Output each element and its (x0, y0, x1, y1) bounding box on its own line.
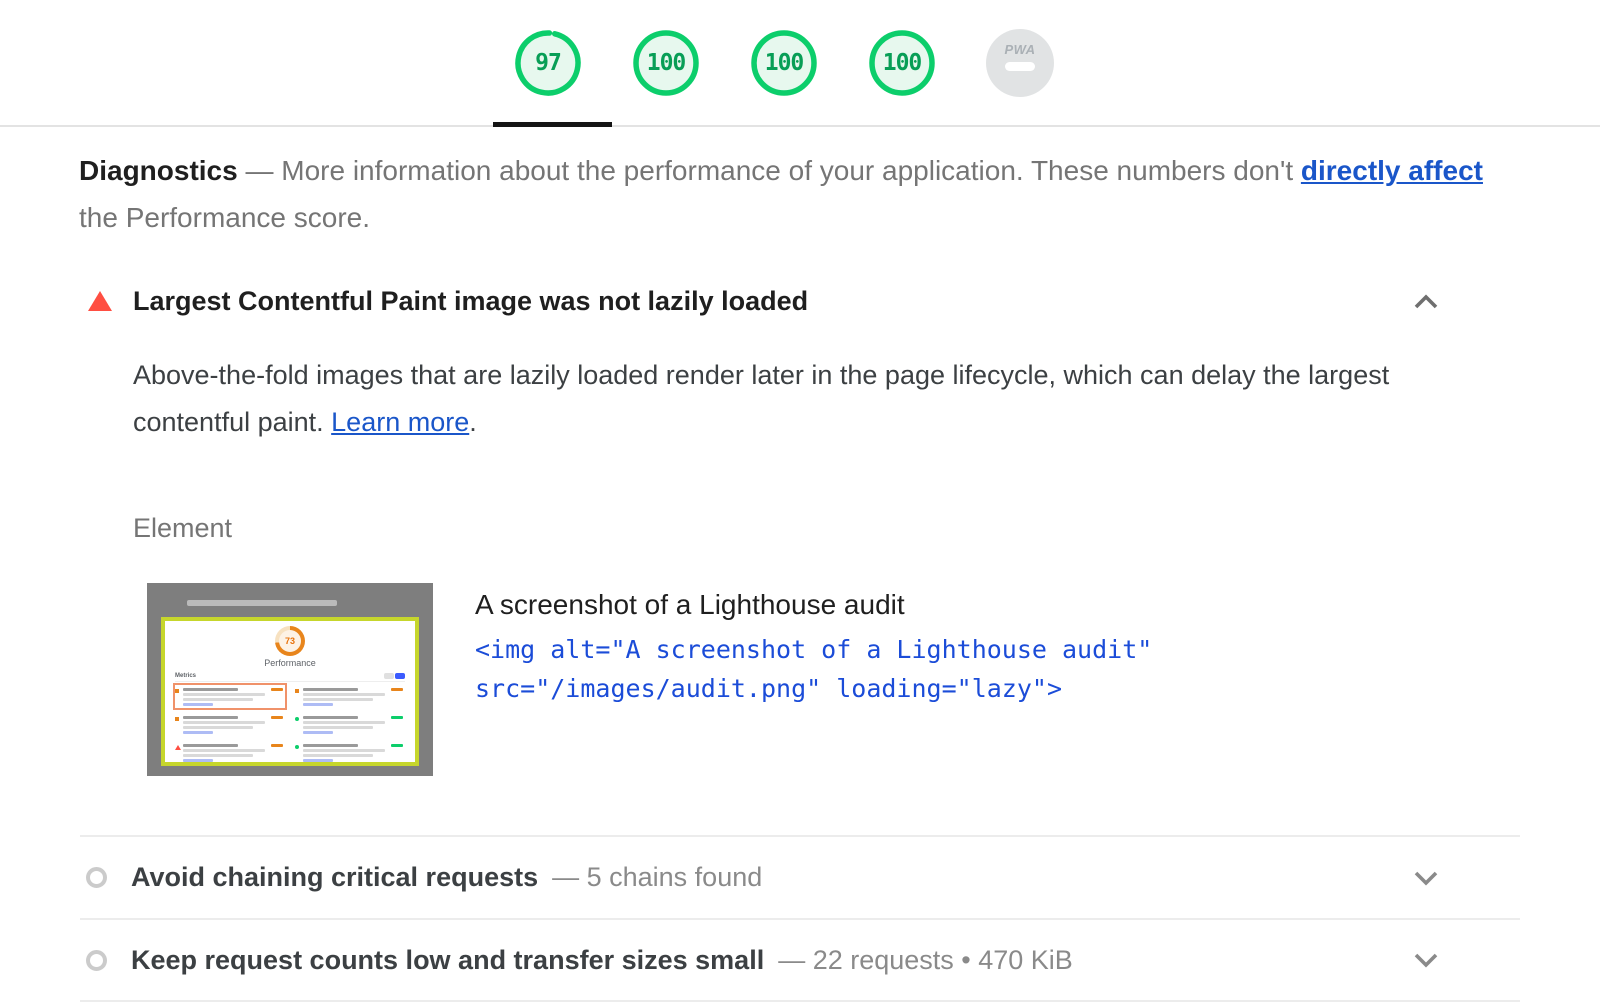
diagnostics-text-post: the Performance score. (79, 202, 370, 233)
diagnostics-summary: Diagnostics — More information about the… (79, 147, 1499, 241)
audit-divider (80, 1000, 1520, 1002)
thumbnail-metrics-label: Metrics (175, 673, 196, 679)
lcp-element-row: 73 Performance Metrics (147, 583, 1225, 776)
diagnostics-text-pre: — More information about the performance… (245, 155, 1293, 186)
score-gauge-performance[interactable]: 97 (514, 29, 582, 97)
thumbnail-metric-item (175, 741, 285, 764)
audit-title: Avoid chaining critical requests (131, 862, 538, 893)
diagnostics-heading: Diagnostics (79, 155, 238, 186)
audit-row-critical-requests[interactable]: Avoid chaining critical requests — 5 cha… (79, 837, 1521, 918)
thumbnail-metrics-header: Metrics (175, 673, 405, 682)
lcp-audit-header[interactable]: Largest Contentful Paint image was not l… (79, 283, 1521, 319)
active-tab-underline (493, 122, 612, 127)
thumbnail-metric-item (175, 685, 285, 708)
thumbnail-metric-item (295, 685, 405, 708)
learn-more-link[interactable]: Learn more (331, 407, 469, 437)
thumbnail-metric-item (175, 713, 285, 736)
element-column-header: Element (133, 513, 232, 544)
element-node-details: A screenshot of a Lighthouse audit <img … (475, 583, 1225, 776)
thumbnail-score-value: 73 (279, 630, 301, 652)
thumbnail-performance-label: Performance (165, 658, 415, 668)
score-gauge-accessibility[interactable]: 100 (632, 29, 700, 97)
chevron-up-icon[interactable] (1413, 293, 1439, 311)
audit-status-circle-icon (86, 867, 107, 888)
audit-status-circle-icon (86, 950, 107, 971)
audit-row-request-counts[interactable]: Keep request counts low and transfer siz… (79, 920, 1521, 1000)
lcp-audit-description: Above-the-fold images that are lazily lo… (133, 352, 1468, 446)
audit-detail: — 5 chains found (552, 862, 762, 893)
element-alt-text: A screenshot of a Lighthouse audit (475, 589, 1225, 621)
pwa-badge[interactable]: PWA (986, 29, 1054, 97)
score-value: 100 (632, 29, 700, 97)
thumbnail-audit-card: 73 Performance Metrics (161, 617, 419, 766)
directly-affect-link[interactable]: directly affect (1301, 155, 1483, 186)
lcp-description-text: Above-the-fold images that are lazily lo… (133, 360, 1389, 437)
lighthouse-report: 97 100 100 100 PWA Diagnostics — More in… (0, 0, 1600, 1004)
thumbnail-toggle-icon (384, 673, 405, 679)
audit-detail: — 22 requests • 470 KiB (778, 945, 1073, 976)
thumbnail-score-gauge: 73 (275, 626, 305, 656)
pwa-dash-icon (1005, 62, 1035, 71)
score-value: 97 (514, 29, 582, 97)
thumbnail-metric-item (295, 741, 405, 764)
audit-title: Keep request counts low and transfer siz… (131, 945, 764, 976)
thumbnail-caption-placeholder (187, 600, 337, 606)
period-text: . (469, 407, 477, 437)
chevron-down-icon[interactable] (1413, 951, 1439, 969)
thumbnail-metric-item (295, 713, 405, 736)
score-value: 100 (868, 29, 936, 97)
chevron-down-icon[interactable] (1413, 869, 1439, 887)
score-gauge-best-practices[interactable]: 100 (750, 29, 818, 97)
thumbnail-metric-grid (175, 685, 405, 764)
element-thumbnail-image: 73 Performance Metrics (147, 583, 433, 776)
warning-triangle-icon (88, 291, 112, 311)
lcp-audit-title: Largest Contentful Paint image was not l… (133, 286, 808, 317)
pwa-logo-icon: PWA (986, 42, 1054, 57)
element-code-snippet: <img alt="A screenshot of a Lighthouse a… (475, 630, 1225, 708)
score-value: 100 (750, 29, 818, 97)
score-gauge-seo[interactable]: 100 (868, 29, 936, 97)
header-divider (0, 125, 1600, 127)
